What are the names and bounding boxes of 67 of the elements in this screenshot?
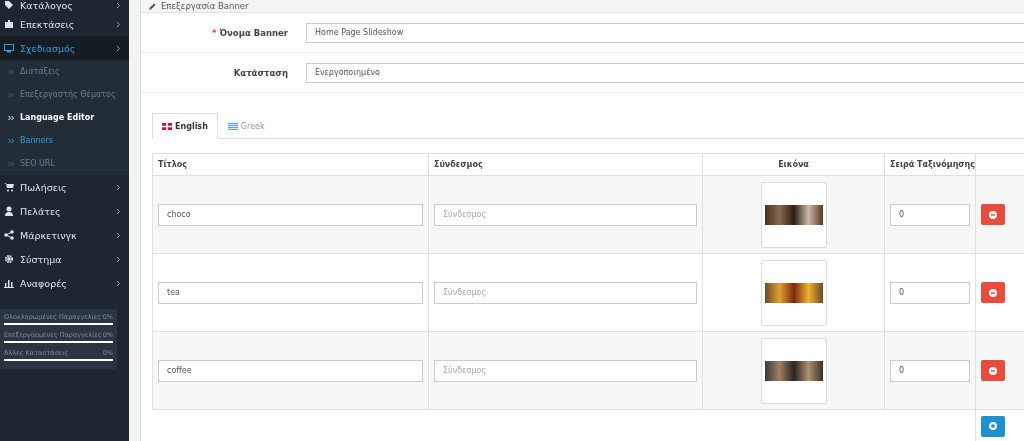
puzzle-icon	[4, 19, 14, 29]
minus-circle-icon	[989, 288, 997, 297]
remove-button[interactable]	[981, 282, 1005, 303]
panel-title: Επεξεργασία Banner	[161, 1, 249, 11]
chevron-right-icon	[116, 1, 121, 9]
column-header: Σειρά Ταξινόμησης	[884, 153, 976, 176]
image-thumbnail[interactable]	[760, 259, 827, 326]
minus-circle-icon	[989, 210, 997, 219]
chevron-right-icon	[116, 20, 121, 28]
sidebar-item[interactable]: Μάρκετινγκ	[0, 223, 129, 247]
flag-icon	[162, 123, 172, 130]
monitor-icon	[4, 43, 14, 53]
sort-order-input[interactable]: 0	[890, 359, 970, 382]
cart-icon	[4, 182, 14, 192]
link-input[interactable]: Σύνδεσμος	[434, 203, 697, 226]
chevron-right-icon	[116, 183, 121, 191]
double-chevron-icon	[8, 160, 14, 167]
title-input[interactable]: tea	[158, 281, 423, 304]
sidebar-subitem[interactable]: Language Editor	[0, 106, 129, 129]
tag-icon	[4, 0, 14, 10]
sort-order-input[interactable]: 0	[890, 281, 970, 304]
sidebar-subitem[interactable]: Banners	[0, 129, 129, 152]
image-thumbnail[interactable]	[760, 337, 827, 404]
title-input[interactable]: choco	[158, 203, 423, 226]
sidebar-item[interactable]: Πωλήσεις	[0, 175, 129, 199]
add-button[interactable]	[981, 415, 1005, 437]
double-chevron-icon	[8, 137, 14, 144]
text-input[interactable]: Home Page Slideshow	[306, 22, 1024, 43]
double-chevron-icon	[8, 68, 14, 75]
gear-icon	[4, 254, 14, 264]
minus-circle-icon	[989, 366, 997, 375]
field-label: Κατάσταση	[232, 67, 288, 78]
text-input[interactable]: Ενεργοποιημένο	[306, 62, 1024, 83]
pencil-icon	[149, 2, 156, 10]
share-icon	[4, 230, 14, 240]
link-input[interactable]: Σύνδεσμος	[434, 281, 697, 304]
photo-placeholder	[764, 204, 823, 225]
chevron-right-icon	[116, 231, 121, 239]
link-input[interactable]: Σύνδεσμος	[434, 359, 697, 382]
bar-chart-icon	[4, 278, 14, 288]
sort-order-input[interactable]: 0	[890, 203, 970, 226]
chevron-right-icon	[116, 279, 121, 287]
double-chevron-icon	[8, 91, 14, 98]
sidebar-item[interactable]: Πελάτες	[0, 199, 129, 223]
plus-circle-icon	[989, 422, 997, 430]
column-header: Σύνδεσμος	[428, 153, 703, 176]
image-thumbnail[interactable]	[760, 181, 827, 248]
field-label: * Όνομα Banner	[211, 27, 288, 38]
photo-placeholder	[764, 360, 823, 381]
flag-icon	[227, 122, 238, 130]
user-icon	[4, 206, 14, 216]
remove-button[interactable]	[981, 360, 1005, 381]
double-chevron-icon	[8, 114, 14, 121]
chevron-right-icon	[116, 255, 121, 263]
photo-placeholder	[764, 282, 823, 303]
sidebar-item[interactable]: Αναφορές	[0, 271, 129, 295]
remove-button[interactable]	[981, 204, 1005, 225]
title-input[interactable]: coffee	[158, 359, 423, 382]
sidebar-item[interactable]: Επεκτάσεις	[0, 12, 129, 36]
chevron-right-icon	[116, 44, 121, 52]
column-header: Εικόνα	[702, 153, 885, 176]
column-header: Τίτλος	[152, 153, 429, 176]
chevron-right-icon	[116, 207, 121, 215]
sidebar-item[interactable]: Σχεδιασμός	[0, 36, 129, 60]
sidebar-item[interactable]: Κατάλογος	[0, 0, 129, 12]
sidebar-item[interactable]: Σύστημα	[0, 247, 129, 271]
language-tab[interactable]: English	[152, 113, 218, 139]
